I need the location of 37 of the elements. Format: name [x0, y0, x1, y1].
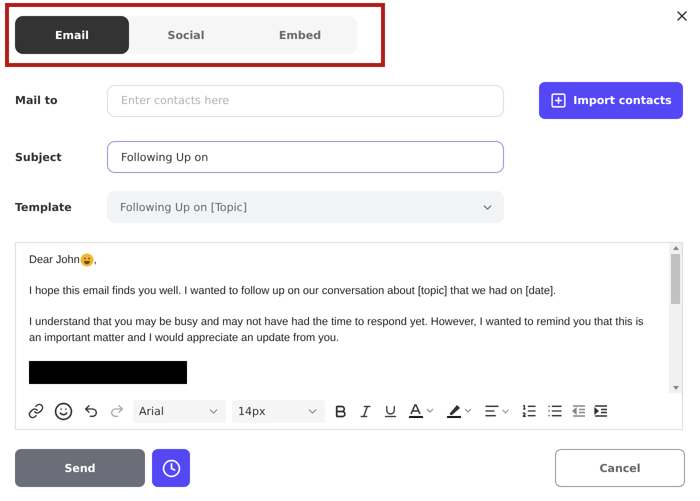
italic-icon	[358, 404, 373, 418]
greeting-text: Dear John	[29, 253, 80, 268]
message-paragraph: I understand that you may be busy and may not have had the time to respond yet. However, I wanted to remind you that this is an important matter and I would appreciate an update from you.	[29, 315, 645, 346]
message-paragraph: I hope this email finds you well. I wanted to follow up on our conversation about [topic] that we had on [date].	[29, 284, 558, 299]
align-left-icon	[484, 403, 500, 419]
underline-icon	[383, 404, 398, 418]
field-label: Template	[15, 200, 73, 214]
tab[interactable]: Social	[129, 16, 243, 54]
scrollbar[interactable]	[669, 243, 682, 393]
font-select[interactable]: Arial	[133, 400, 226, 422]
import-contacts-button[interactable]: Import contacts	[539, 82, 683, 119]
link-button[interactable]	[26, 401, 46, 421]
numbered-list-icon	[521, 403, 537, 419]
smiley-icon	[54, 402, 73, 420]
bold-icon	[333, 404, 348, 418]
link-icon	[28, 403, 44, 419]
tab[interactable]: Embed	[243, 16, 357, 54]
plus-square-icon	[550, 92, 568, 109]
text-color-icon	[408, 403, 436, 419]
size-select[interactable]: 14px	[232, 400, 325, 422]
smiley-icon	[80, 253, 94, 267]
field-label: Subject	[15, 150, 63, 164]
indent-increase-icon[interactable]	[593, 403, 609, 419]
schedule-button[interactable]	[152, 449, 190, 487]
tab[interactable]: Email	[15, 16, 129, 54]
redo-icon	[109, 403, 125, 419]
recipients-field[interactable]: Enter contacts here	[107, 84, 504, 116]
clock-icon	[162, 458, 180, 478]
subject-field[interactable]: Following Up on	[107, 141, 504, 173]
cancel-button[interactable]: Cancel	[555, 449, 685, 487]
highlighter-icon	[446, 403, 474, 419]
bullet-list-icon	[547, 403, 563, 419]
undo-icon	[83, 403, 99, 419]
greeting-comma: ,	[94, 253, 97, 268]
field-label: Mail to	[15, 94, 59, 107]
indent-decrease-icon[interactable]	[571, 403, 587, 419]
template-select[interactable]: Following Up on [Topic]	[107, 191, 504, 223]
